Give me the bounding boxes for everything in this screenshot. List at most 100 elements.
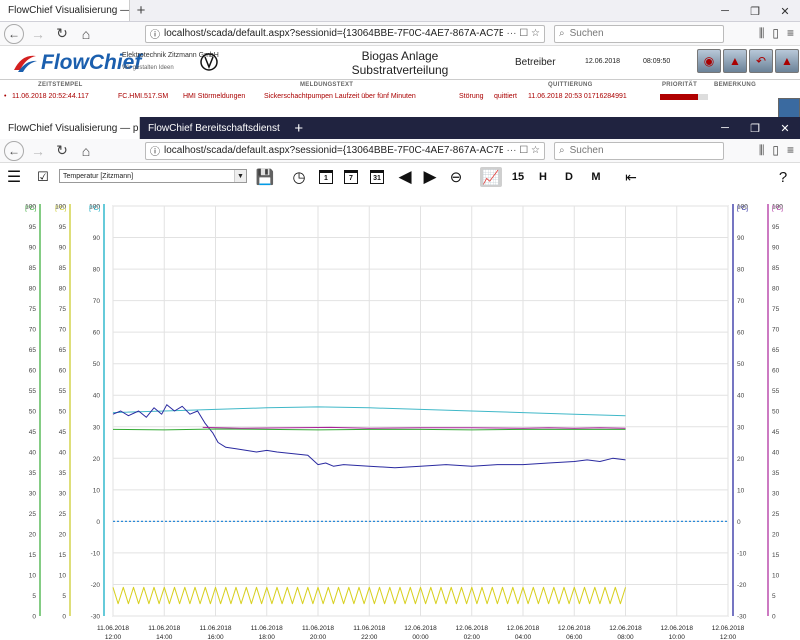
search-icon: ⌕ [559, 28, 565, 39]
browser2-tab-plotter[interactable]: FlowChief Visualisierung — plotter [0, 117, 140, 139]
col-note[interactable]: BEMERKUNG [714, 82, 756, 88]
y-tick-label: 5 [772, 593, 776, 600]
y-tick-label: 50 [29, 409, 37, 416]
url-bar[interactable]: ⓘ localhost/scada/default.aspx?sessionid… [145, 24, 545, 43]
overview-icon[interactable]: ▲ [775, 49, 799, 73]
minimize-icon[interactable]: ─ [710, 117, 740, 139]
home-icon[interactable]: ⌂ [76, 24, 96, 44]
back-icon[interactable]: ← [4, 140, 24, 161]
header-date: 12.06.2018 [585, 58, 621, 65]
trend-chart[interactable]: [°C]051015202530354045505560657075808590… [0, 180, 800, 640]
y-tick-label: 55 [772, 388, 780, 395]
y-tick-label: 30 [772, 491, 780, 498]
alarm-timestamp: 11.06.2018 20:52:44.117 [12, 93, 89, 100]
y-tick-label: 65 [59, 347, 67, 354]
close-icon[interactable]: ✕ [770, 117, 800, 139]
y-tick-label: 90 [737, 235, 745, 242]
col-timestamp[interactable]: ZEITSTEMPEL [38, 82, 83, 88]
info-icon[interactable]: ⓘ [150, 26, 160, 41]
y-tick-label: 85 [772, 265, 780, 272]
url-text: localhost/scada/default.aspx?sessionid={… [164, 28, 503, 39]
url-bar-2[interactable]: ⓘ localhost/scada/default.aspx?sessionid… [145, 141, 545, 160]
x-tick-label: 12.06.2018 [507, 625, 540, 632]
y-tick-label: 55 [59, 388, 67, 395]
search-bar[interactable]: ⌕ Suchen [554, 24, 724, 43]
x-tick-label: 06:00 [566, 634, 583, 640]
col-ack[interactable]: QUITTIERUNG [548, 82, 593, 88]
browser1-tab-label: FlowChief Visualisierung — Übersic [8, 5, 130, 16]
y-tick-label: 90 [772, 245, 780, 252]
y-tick-label: 85 [29, 265, 37, 272]
y-tick-label: 10 [93, 487, 101, 494]
page-actions-icon[interactable]: ··· ☐ ☆ [507, 28, 540, 39]
y-tick-label: 10 [772, 573, 780, 580]
plant-title-line1: Biogas Anlage [361, 49, 439, 63]
y-tick-label: 75 [29, 306, 37, 313]
restore-icon[interactable]: ❐ [740, 0, 770, 22]
y-tick-label: 60 [772, 368, 780, 375]
y-tick-label: 75 [772, 306, 780, 313]
alarm-header: ZEITSTEMPEL MELDUNGSTEXT QUITTIERUNG PRI… [0, 80, 800, 91]
y-tick-label: 40 [29, 450, 37, 457]
search-bar-2[interactable]: ⌕ Suchen [554, 141, 724, 160]
page-actions-icon[interactable]: ··· ☐ ☆ [507, 145, 540, 156]
alarm-row[interactable]: • 11.06.2018 20:52:44.117 FC.HMI.517.SM … [0, 92, 770, 104]
series-line [202, 426, 626, 429]
reload-icon[interactable]: ↻ [52, 24, 72, 44]
forward-icon[interactable]: → [28, 24, 48, 44]
x-tick-label: 00:00 [412, 634, 429, 640]
user-role: Betreiber [515, 57, 556, 68]
sidebar-icon[interactable]: ▯ [772, 26, 779, 41]
y-tick-label: -30 [737, 614, 747, 621]
y-tick-label: 30 [93, 424, 101, 431]
back-icon[interactable]: ← [4, 23, 24, 44]
back-navigation-icon[interactable]: ↶ [749, 49, 773, 73]
col-priority[interactable]: PRIORITÄT [662, 82, 697, 88]
alarm-state: quittiert [494, 93, 517, 100]
browser1-tabbar: FlowChief Visualisierung — Übersic + ─ ❐… [0, 0, 800, 22]
library-icon[interactable]: ⫼ [759, 26, 765, 41]
y-tick-label: 60 [737, 330, 745, 337]
y-tick-label: 75 [59, 306, 67, 313]
forward-icon[interactable]: → [28, 141, 48, 161]
close-icon[interactable]: ✕ [770, 0, 800, 22]
y-tick-label: -10 [91, 550, 101, 557]
new-tab-button-2[interactable]: + [288, 117, 310, 139]
y-tick-label: 20 [59, 532, 67, 539]
y-tick-label: 0 [772, 614, 776, 621]
search-placeholder: Suchen [569, 28, 604, 39]
menu-icon[interactable]: ≡ [787, 143, 794, 158]
browser2-tab-standby[interactable]: FlowChief Bereitschaftsdienst [140, 117, 288, 139]
ack-alarm-icon[interactable]: ▲ [723, 49, 747, 73]
x-tick-label: 16:00 [207, 634, 224, 640]
sidebar-icon[interactable]: ▯ [772, 143, 779, 158]
restore-icon[interactable]: ❐ [740, 117, 770, 139]
new-tab-button[interactable]: + [130, 0, 152, 21]
y-tick-label: 5 [32, 593, 36, 600]
url-text-2: localhost/scada/default.aspx?sessionid={… [164, 145, 503, 156]
y-tick-label: 85 [59, 265, 67, 272]
browser2-tabbar: FlowChief Visualisierung — plotter FlowC… [0, 117, 800, 139]
y-tick-label: 20 [93, 456, 101, 463]
minimize-icon[interactable]: ─ [710, 0, 740, 22]
x-tick-label: 11.06.2018 [251, 625, 283, 632]
priority-bar-track [698, 94, 708, 100]
library-icon[interactable]: ⫼ [759, 143, 765, 158]
home-icon[interactable]: ⌂ [76, 141, 96, 161]
y-tick-label: 50 [772, 409, 780, 416]
y-tick-label: 90 [59, 245, 67, 252]
col-message[interactable]: MELDUNGSTEXT [300, 82, 353, 88]
y-tick-label: 20 [29, 532, 37, 539]
y-tick-label: 70 [29, 327, 37, 334]
alarm-icon[interactable]: ◉ [697, 49, 721, 73]
info-icon[interactable]: ⓘ [150, 143, 160, 158]
curve-select-value: Temperatur [Zitzmann] [63, 172, 134, 180]
y-tick-label: 15 [29, 552, 37, 559]
alarm-tag: FC.HMI.517.SM [118, 93, 169, 100]
menu-icon[interactable]: ≡ [787, 26, 794, 41]
browser1-tab-overview[interactable]: FlowChief Visualisierung — Übersic [0, 0, 130, 21]
x-tick-label: 11.06.2018 [353, 625, 385, 632]
alarm-group: HMI Störmeldungen [183, 93, 246, 100]
reload-icon[interactable]: ↻ [52, 141, 72, 161]
y-tick-label: 50 [737, 361, 745, 368]
